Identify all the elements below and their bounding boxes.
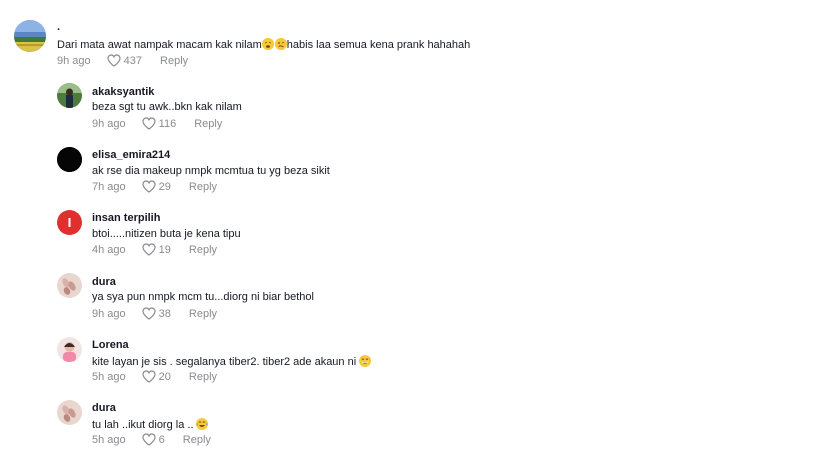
comment-time: 7h ago (92, 180, 126, 193)
grinning-sweat-face-icon (359, 355, 372, 367)
comment-text: ak rse dia makeup nmpk mcmtua tu yg beza… (92, 165, 330, 177)
comment-username[interactable]: dura (92, 276, 116, 288)
comment-meta: 9h ago 437 Reply (57, 54, 188, 67)
comment-text: kite layan je sis . segalanya tiber2. ti… (92, 355, 372, 368)
like-button[interactable]: 6 (142, 433, 165, 446)
comment-text: btoi.....nitizen buta je kena tipu (92, 228, 241, 240)
avatar[interactable] (57, 337, 82, 362)
reply-button[interactable]: Reply (189, 308, 217, 320)
comment-time: 5h ago (92, 370, 126, 383)
like-count: 38 (158, 307, 171, 320)
reply-button[interactable]: Reply (194, 118, 222, 130)
comment-time: 9h ago (92, 117, 126, 130)
tears-of-joy-face-icon (195, 418, 208, 430)
like-count: 20 (158, 370, 171, 383)
heart-icon (142, 243, 156, 256)
reply-button[interactable]: Reply (189, 244, 217, 256)
heart-icon (107, 54, 121, 67)
comment-username[interactable]: elisa_emira214 (92, 149, 170, 161)
comment-username[interactable]: Lorena (92, 339, 129, 351)
like-button[interactable]: 116 (142, 117, 177, 130)
comment-meta: 4h ago 19 Reply (92, 243, 217, 256)
comment-username[interactable]: . (57, 21, 60, 33)
comment-meta: 9h ago 38 Reply (92, 307, 217, 320)
black-avatar-icon (57, 147, 82, 172)
heart-icon (142, 433, 156, 446)
like-button[interactable]: 20 (142, 370, 171, 383)
avatar[interactable] (57, 400, 82, 425)
reply-button[interactable]: Reply (183, 434, 211, 446)
woozy-face-icon (274, 38, 287, 50)
person-green-avatar-icon (57, 83, 82, 108)
heart-icon (142, 117, 156, 130)
heart-icon (142, 180, 156, 193)
comment-text: tu lah ..ikut diorg la .. (92, 418, 208, 431)
comment-text-part: habis laa semua kena prank hahahah (286, 39, 471, 51)
red-letter-avatar-icon (57, 210, 82, 235)
like-count: 29 (158, 180, 171, 193)
reply-button[interactable]: Reply (160, 55, 188, 67)
reply-button[interactable]: Reply (189, 371, 217, 383)
reply-button[interactable]: Reply (189, 181, 217, 193)
comment-text-part: Dari mata awat nampak macam kak nilam (57, 39, 262, 51)
like-count: 19 (158, 243, 171, 256)
like-count: 437 (123, 54, 143, 67)
comment-text: beza sgt tu awk..bkn kak nilam (92, 101, 242, 113)
like-button[interactable]: 38 (142, 307, 171, 320)
nails-avatar-icon (57, 273, 82, 298)
comment-time: 9h ago (92, 307, 126, 320)
comment-meta: 5h ago 20 Reply (92, 370, 217, 383)
comment-text: Dari mata awat nampak macam kak nilam ha… (57, 38, 470, 51)
comment-time: 9h ago (57, 54, 91, 67)
like-count: 6 (158, 433, 165, 446)
like-count: 116 (158, 117, 177, 130)
comment-meta: 5h ago 6 Reply (92, 433, 211, 446)
comment-text: ya sya pun nmpk mcm tu...diorg ni biar b… (92, 291, 314, 303)
landscape-avatar-icon (14, 20, 46, 52)
comment-username[interactable]: akaksyantik (92, 86, 154, 98)
comment-time: 5h ago (92, 433, 126, 446)
avatar[interactable] (57, 273, 82, 298)
comment-meta: 7h ago 29 Reply (92, 180, 217, 193)
comment-meta: 9h ago 116 Reply (92, 117, 222, 130)
nails-avatar-icon (57, 400, 82, 425)
avatar[interactable] (14, 20, 46, 52)
comment-username[interactable]: dura (92, 402, 116, 414)
avatar[interactable] (57, 83, 82, 108)
like-button[interactable]: 19 (142, 243, 171, 256)
comment-username[interactable]: insan terpilih (92, 212, 160, 224)
weary-face-icon (261, 38, 274, 50)
like-button[interactable]: 437 (107, 54, 142, 67)
heart-icon (142, 307, 156, 320)
pink-person-avatar-icon (57, 337, 82, 362)
avatar[interactable] (57, 210, 82, 235)
comment-thread: . Dari mata awat nampak macam kak nilam … (0, 0, 814, 460)
like-button[interactable]: 29 (142, 180, 171, 193)
avatar[interactable] (57, 147, 82, 172)
heart-icon (142, 370, 156, 383)
comment-time: 4h ago (92, 243, 126, 256)
comment-text-part: kite layan je sis . segalanya tiber2. ti… (92, 356, 360, 368)
comment-text-part: tu lah ..ikut diorg la .. (92, 419, 194, 431)
